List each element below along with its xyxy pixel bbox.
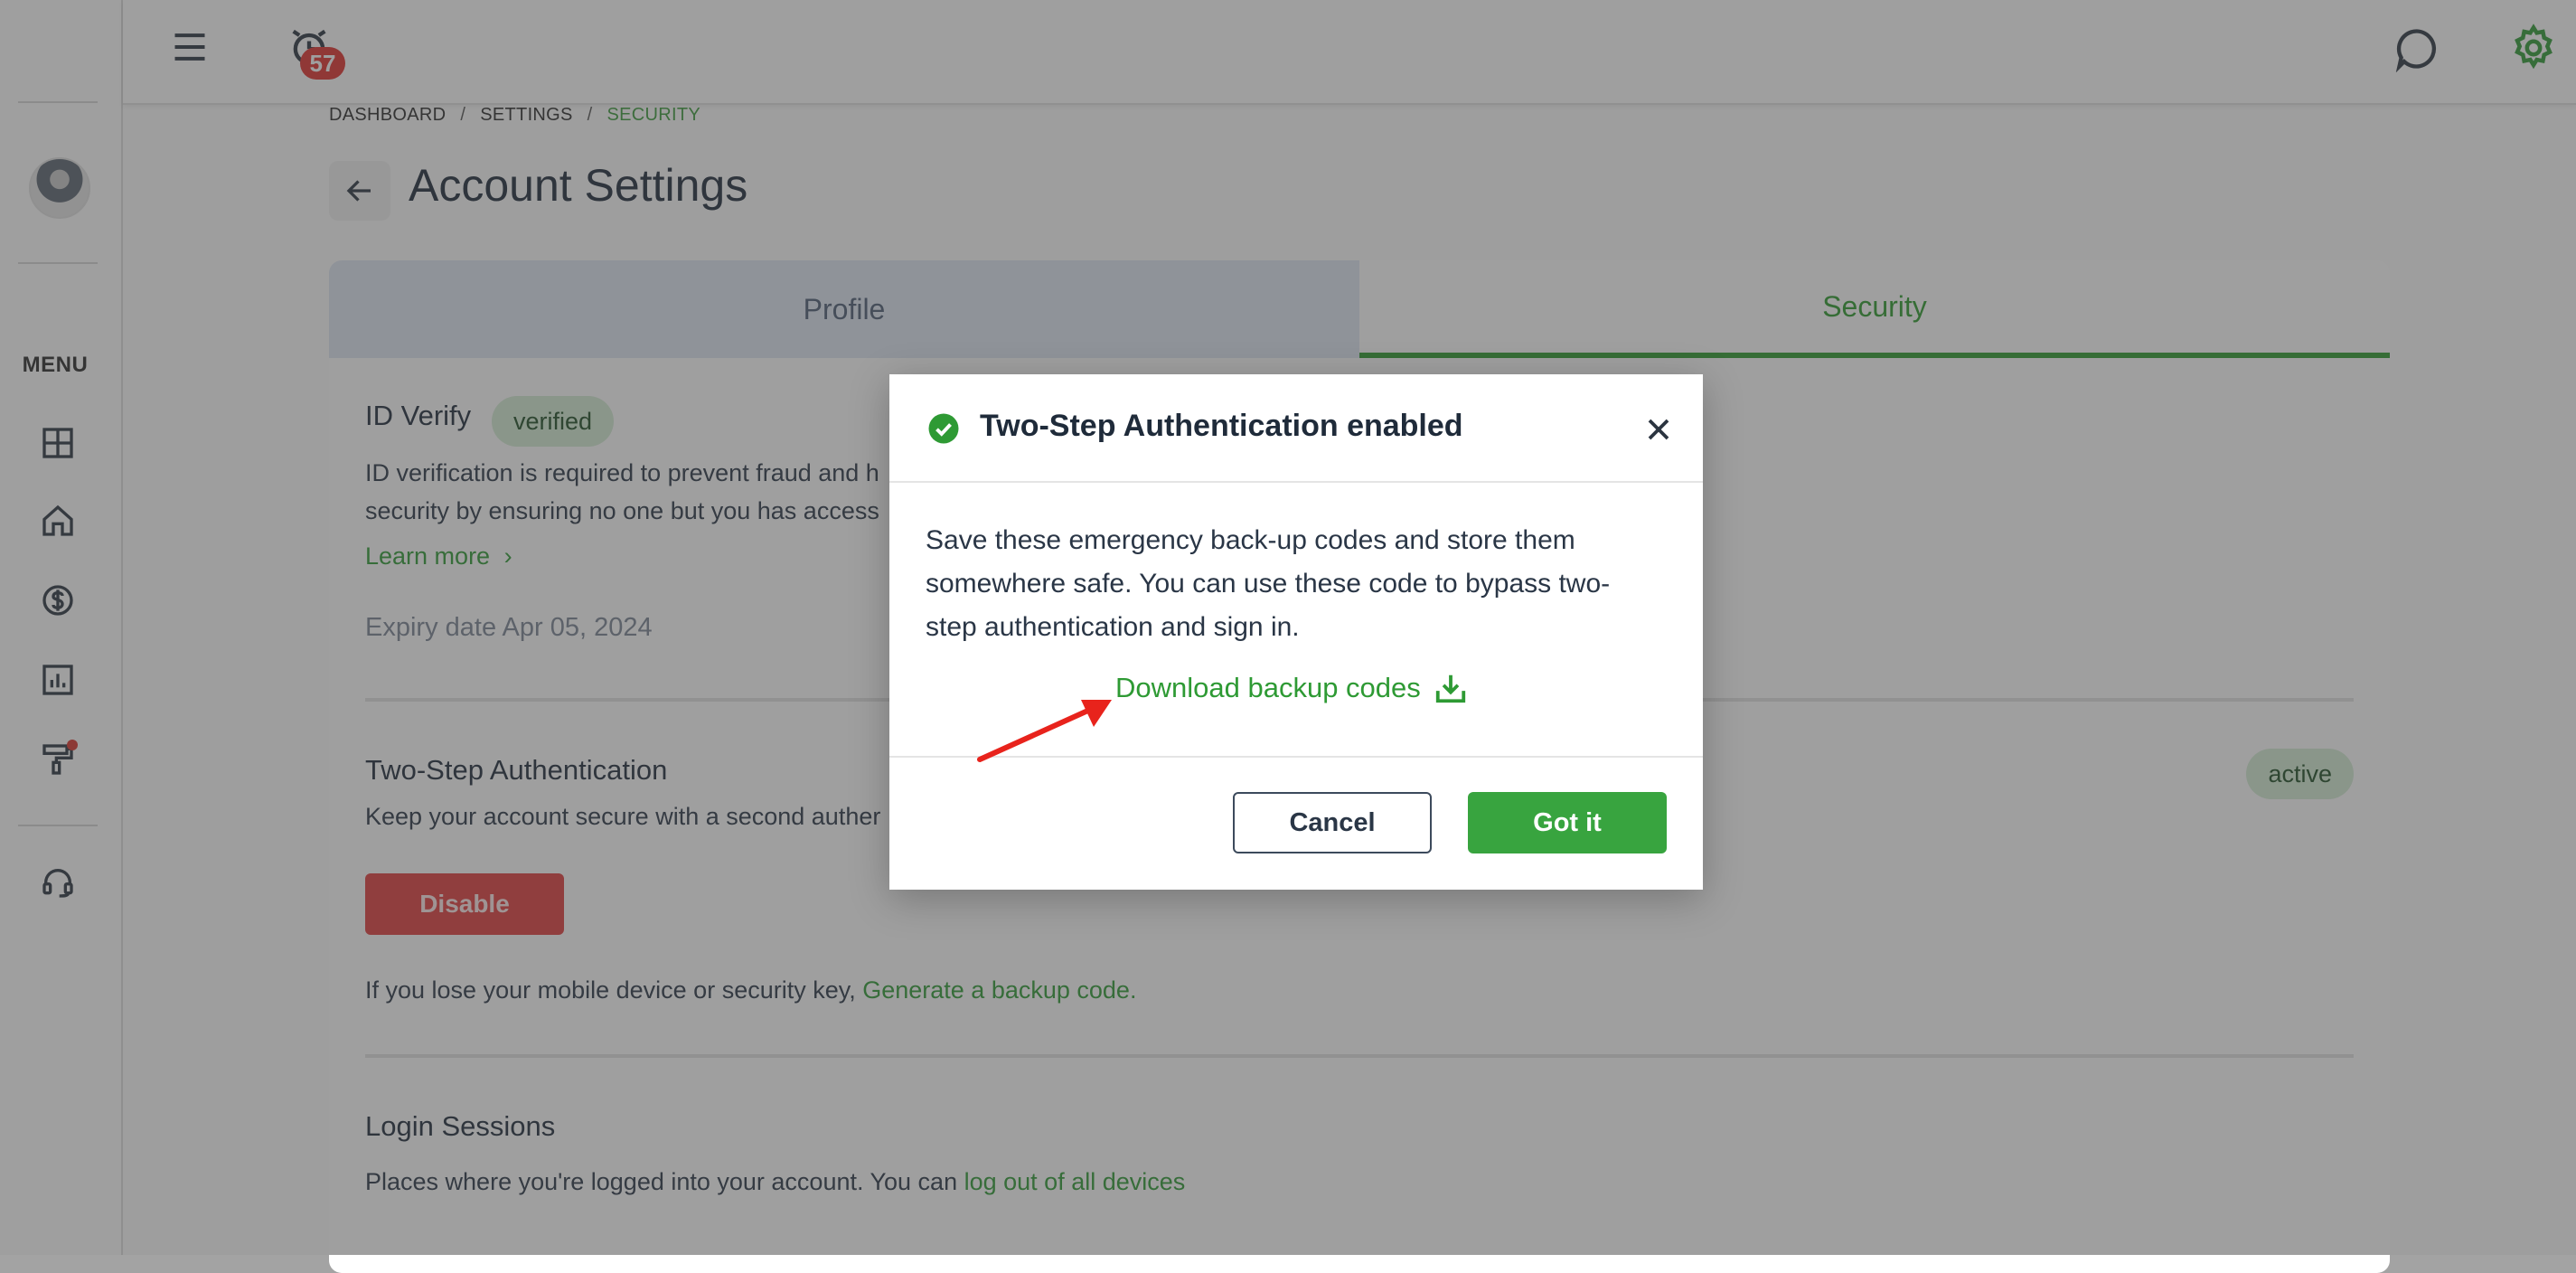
cancel-button[interactable]: Cancel <box>1233 792 1432 853</box>
download-backup-codes-label: Download backup codes <box>1115 672 1421 703</box>
check-circle-icon <box>928 413 959 444</box>
close-button[interactable] <box>1641 412 1676 447</box>
got-it-button[interactable]: Got it <box>1468 792 1667 853</box>
modal-title: Two-Step Authentication enabled <box>980 409 1463 443</box>
annotation-arrow-icon <box>977 700 1112 762</box>
modal-body-text: Save these emergency back-up codes and s… <box>926 525 1611 642</box>
two-step-enabled-modal: Two-Step Authentication enabled Save the… <box>889 374 1703 890</box>
modal-header: Two-Step Authentication enabled <box>889 374 1703 483</box>
download-backup-codes-link[interactable]: Download backup codes <box>1115 671 1468 705</box>
close-icon <box>1648 419 1669 440</box>
download-icon <box>1435 674 1465 703</box>
